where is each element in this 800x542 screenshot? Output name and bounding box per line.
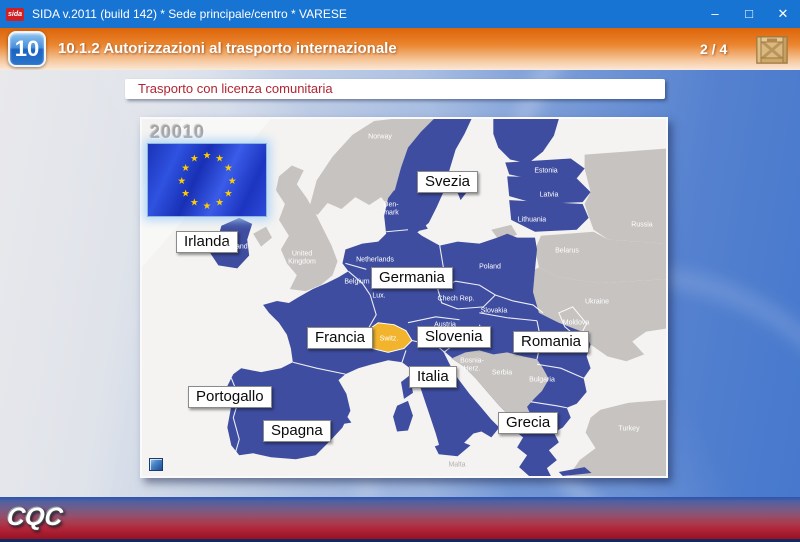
svg-text:★: ★ xyxy=(215,197,224,208)
lesson-title: 10.1.2 Autorizzazioni al trasporto inter… xyxy=(58,40,397,57)
svg-text:★: ★ xyxy=(224,189,233,200)
svg-text:★: ★ xyxy=(181,189,190,200)
svg-text:★: ★ xyxy=(215,154,224,165)
map-label-italia: Italia xyxy=(409,366,457,388)
map-label-germania: Germania xyxy=(371,267,453,289)
europe-map-panel: 20010 ★★★ ★★★ ★★★ ★★★ Svezia Irlanda Ger… xyxy=(140,117,668,478)
svg-text:★: ★ xyxy=(190,197,199,208)
page-indicator: 2 / 4 xyxy=(700,41,727,57)
app-icon: sida xyxy=(6,8,24,21)
map-label-svezia: Svezia xyxy=(417,171,478,193)
svg-text:★: ★ xyxy=(203,201,212,212)
map-label-slovenia: Slovenia xyxy=(417,326,491,348)
close-window-button[interactable]: ✕ xyxy=(766,0,800,28)
map-label-spagna: Spagna xyxy=(263,420,331,442)
cqc-logo: CQC xyxy=(5,503,64,532)
map-label-grecia: Grecia xyxy=(498,412,558,434)
app-window: sida SIDA v.2011 (build 142) * Sede prin… xyxy=(0,0,800,542)
crate-icon xyxy=(751,29,793,76)
svg-text:★: ★ xyxy=(224,163,233,174)
bottom-toolbar: CQC xyxy=(0,497,800,542)
svg-text:★: ★ xyxy=(203,151,212,162)
map-label-irlanda: Irlanda xyxy=(176,231,238,253)
svg-text:★: ★ xyxy=(190,154,199,165)
slide-subtitle: Trasporto con licenza comunitaria xyxy=(125,79,665,99)
maximize-button[interactable]: □ xyxy=(732,0,766,28)
chapter-badge: 10 xyxy=(8,31,46,67)
window-controls: – □ ✕ xyxy=(698,0,800,28)
svg-text:★: ★ xyxy=(228,176,237,187)
map-label-romania: Romania xyxy=(513,331,589,353)
window-title: SIDA v.2011 (build 142) * Sede principal… xyxy=(32,7,347,21)
slide-code: 20010 xyxy=(150,122,205,143)
sida-watermark-icon xyxy=(149,458,163,471)
svg-text:★: ★ xyxy=(177,176,186,187)
minimize-button[interactable]: – xyxy=(698,0,732,28)
svg-text:★: ★ xyxy=(181,163,190,174)
map-label-portogallo: Portogallo xyxy=(188,386,272,408)
lesson-header: 10 10.1.2 Autorizzazioni al trasporto in… xyxy=(0,28,800,70)
title-bar: sida SIDA v.2011 (build 142) * Sede prin… xyxy=(0,0,800,28)
slide-content: Trasporto con licenza comunitaria xyxy=(0,70,800,497)
map-label-francia: Francia xyxy=(307,327,373,349)
eu-flag-icon: ★★★ ★★★ ★★★ ★★★ xyxy=(147,143,267,217)
